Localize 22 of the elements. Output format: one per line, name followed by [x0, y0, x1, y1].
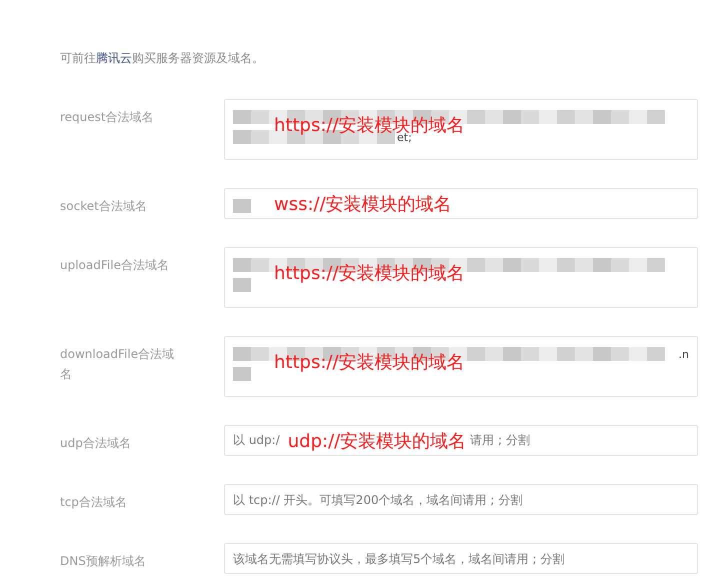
field-label: DNS预解析域名 — [60, 553, 147, 570]
partial-domain-text: .n — [678, 348, 689, 360]
blurred-text-drawing — [233, 199, 251, 213]
domain-input-field[interactable]: 以 tcp:// 开头。可填写200个域名，域名间请用 ; 分割 — [224, 484, 698, 515]
annotation-text: udp://安装模块的域名 — [288, 430, 466, 452]
annotation-text: wss://安装模块的域名 — [274, 193, 452, 216]
domain-input-field[interactable]: 以 udp:/ udp://安装模块的域名 请用 ; 分割 — [224, 425, 698, 456]
annotation-text: https://安装模块的域名 — [274, 262, 465, 285]
field-label: socket合法域名 — [60, 198, 148, 215]
field-label: udp合法域名 — [60, 435, 132, 452]
field-label: request合法域名 — [60, 109, 155, 126]
domain-input-field[interactable]: 该域名无需填写协议头，最多填写5个域名，域名间请用 ; 分割 — [224, 543, 698, 574]
notice-text: 可前往腾讯云购买服务器资源及域名。 — [60, 50, 265, 67]
field-label: uploadFile合法域名 — [60, 257, 170, 274]
field-label: tcp合法域名 — [60, 494, 128, 511]
field-label: downloadFile合法域名 — [60, 346, 176, 383]
domain-input-field[interactable] — [224, 247, 698, 308]
blurred-text-drawing — [233, 367, 251, 381]
blurred-text-drawing — [233, 278, 251, 292]
tencent-cloud-link[interactable]: 腾讯云 — [96, 51, 132, 65]
annotation-text: https://安装模块的域名 — [274, 351, 465, 374]
domain-input-field[interactable] — [224, 188, 698, 219]
